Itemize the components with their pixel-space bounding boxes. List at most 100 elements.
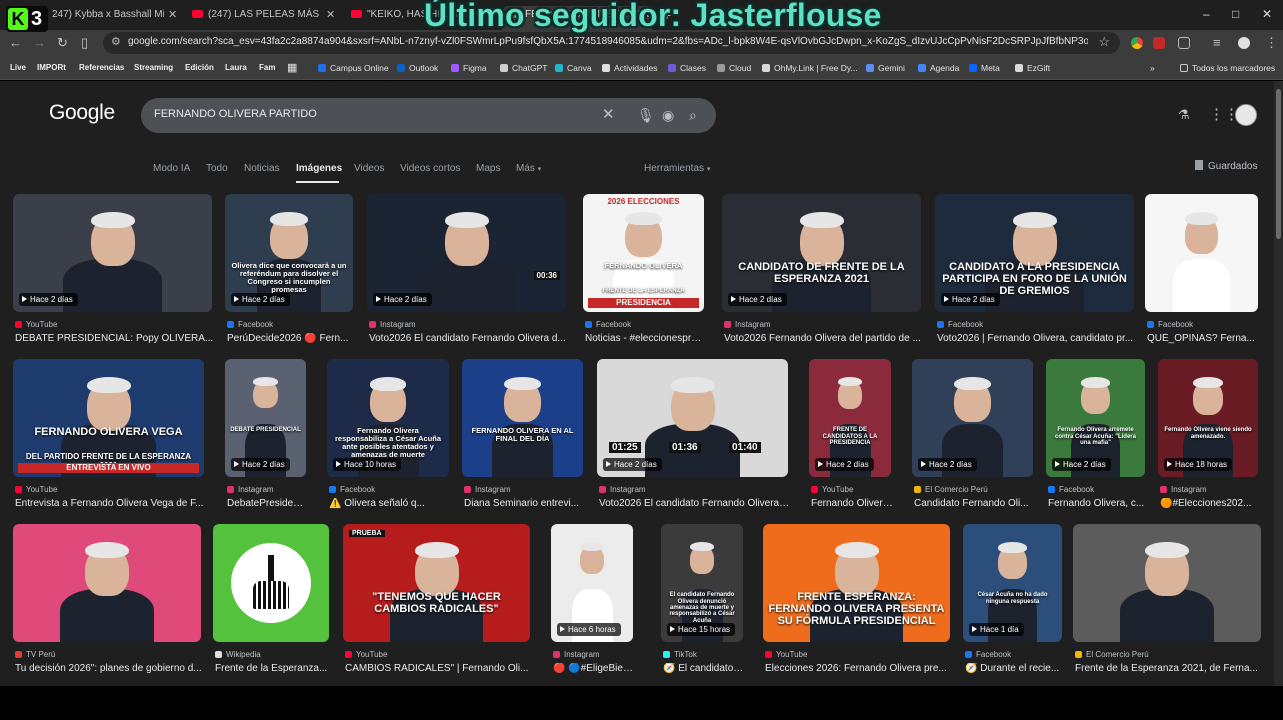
result-source[interactable]: Instagram (369, 320, 416, 329)
image-result[interactable]: Fernando Olivera viene siendo amenazado.… (1158, 359, 1258, 519)
bookmark-folder-fam[interactable]: Fam (255, 61, 279, 75)
result-title[interactable]: PerúDecide2026 🔴 Fern... (227, 333, 355, 344)
image-result[interactable]: Hace 2 días El Comercio Perú Candidato Fer… (912, 359, 1033, 519)
lens-search-icon[interactable]: ◉ (662, 106, 674, 124)
bookmark-folder-import[interactable]: IMPORt (33, 61, 70, 75)
result-thumbnail[interactable]: FERNANDO OLIVERA 2026 ELECCIONES FRENTE DE… (583, 194, 704, 312)
image-result[interactable]: FRENTE DE CANDIDATOS A LA PRESIDENCIA Hac… (809, 359, 893, 519)
filter-videos[interactable]: Videos (354, 163, 384, 174)
search-box[interactable]: FERNANDO OLIVERA PARTIDO ✕ 🎙 ◉ ⌕ (141, 98, 716, 133)
result-title[interactable]: Voto2026 El candidato Fernando Olivera .… (599, 498, 790, 509)
result-thumbnail[interactable] (1073, 524, 1261, 642)
result-title[interactable]: Frente de la Esperanza... (215, 663, 331, 674)
result-thumbnail[interactable] (213, 524, 329, 642)
result-source[interactable]: YouTube (345, 650, 387, 659)
result-title[interactable]: 🧭 El candidato F... (663, 663, 745, 674)
result-thumbnail[interactable]: CANDIDATO A LA PRESIDENCIA PARTICIPA EN … (935, 194, 1134, 312)
result-source[interactable]: Instagram (227, 485, 274, 494)
bookmark-agenda[interactable]: Agenda (918, 61, 959, 75)
labs-flask-icon[interactable]: ⚗ (1178, 107, 1190, 123)
result-thumbnail[interactable]: 01:25 01:36 01:40 Hace 2 días (597, 359, 788, 477)
omnibox[interactable]: ⚙ google.com/search?sca_esv=43fa2c2a8874… (103, 32, 1120, 54)
result-thumbnail[interactable]: CANDIDATO DE FRENTE DE LA ESPERANZA 2021… (722, 194, 921, 312)
result-thumbnail[interactable]: Fernando Olivera responsabiliza a César … (327, 359, 449, 477)
bookmark-folder-edicion[interactable]: Edición (181, 61, 218, 75)
bookmark-cloud[interactable]: Cloud (717, 61, 751, 75)
profile-icon[interactable] (1238, 37, 1250, 49)
reload-icon[interactable]: ↻ (57, 35, 68, 51)
close-window-button[interactable]: ✕ (1262, 6, 1272, 22)
result-thumbnail[interactable]: Hace 2 días (13, 194, 212, 312)
tab-close-icon[interactable]: ✕ (168, 6, 177, 24)
result-title[interactable]: Entrevista a Fernando Olivera Vega de F.… (15, 498, 206, 509)
result-title[interactable]: ⚠️ Olivera señaló q... (329, 498, 451, 509)
bookmark-folder-referencias[interactable]: Referencias (75, 61, 128, 75)
account-avatar[interactable] (1235, 104, 1257, 126)
image-result[interactable]: FERNANDO OLIVERA VEGA DEL PARTIDO FRENTE … (13, 359, 204, 519)
result-source[interactable]: Facebook (965, 650, 1011, 659)
new-extension-icon[interactable] (1153, 37, 1165, 49)
result-source[interactable]: Instagram (599, 485, 646, 494)
image-result[interactable]: FERNANDO OLIVERA EN AL FINAL DEL DÍA Inst… (462, 359, 583, 519)
result-title[interactable]: DEBATE PRESIDENCIAL: Popy OLIVERA... (15, 333, 214, 344)
result-source[interactable]: Facebook (329, 485, 375, 494)
image-result[interactable]: Facebook QUÉ_OPINAS? Ferna... (1145, 194, 1258, 354)
bookmark-ezgift[interactable]: EzGift (1015, 61, 1050, 75)
filter-modo-ia[interactable]: Modo IA (153, 163, 190, 174)
tools-button[interactable]: Herramientas ▾ (644, 163, 710, 174)
result-source[interactable]: El Comercio Perú (914, 485, 988, 494)
tab-peleas[interactable]: (247) LAS PELEAS MÁS FUERTE (192, 6, 320, 24)
bookmark-folder-laura[interactable]: Laura (221, 61, 251, 75)
image-result[interactable]: 01:25 01:36 01:40 Hace 2 días Instagram Voto2… (597, 359, 790, 519)
filter-noticias[interactable]: Noticias (244, 163, 280, 174)
result-title[interactable]: Noticias - #eleccionespres... (585, 333, 706, 344)
image-result[interactable]: CANDIDATO DE FRENTE DE LA ESPERANZA 2021… (722, 194, 921, 354)
result-thumbnail[interactable] (13, 524, 201, 642)
menu-dots-icon[interactable]: ⋮ (1265, 35, 1278, 51)
maximize-button[interactable]: □ (1232, 6, 1239, 22)
bookmark-star-icon[interactable]: ☆ (1098, 34, 1110, 50)
result-title[interactable]: Diana Seminario entrevi... (464, 498, 585, 509)
result-thumbnail[interactable]: FRENTE ESPERANZA: FERNANDO OLIVERA PRESE… (763, 524, 950, 642)
result-title[interactable]: Voto2026 | Fernando Olivera, candidato p… (937, 333, 1136, 344)
image-result[interactable]: FRENTE ESPERANZA: FERNANDO OLIVERA PRESE… (763, 524, 950, 684)
bookmark-canva[interactable]: Canva (555, 61, 592, 75)
result-title[interactable]: 🟠#Elecciones202... (1160, 498, 1260, 509)
result-thumbnail[interactable]: César Acuña no ha dado ninguna respuesta… (963, 524, 1062, 642)
bookmark-outlook[interactable]: Outlook (397, 61, 438, 75)
bookmark-folder-live[interactable]: Live (6, 61, 30, 75)
result-thumbnail[interactable] (1145, 194, 1258, 312)
bookmark-clases[interactable]: Clases (668, 61, 706, 75)
image-result[interactable]: Hace 6 horas Instagram 🔴 🔵#EligeBien ✓... (551, 524, 635, 684)
result-source[interactable]: Facebook (1147, 320, 1193, 329)
bookmark-meta[interactable]: Meta (969, 61, 1000, 75)
result-thumbnail[interactable]: FERNANDO OLIVERA VEGA DEL PARTIDO FRENTE … (13, 359, 204, 477)
clear-search-icon[interactable]: ✕ (602, 106, 615, 124)
all-bookmarks-folder[interactable]: Todos los marcadores (1180, 61, 1275, 75)
result-title[interactable]: 🧭 Durante el recie... (965, 663, 1064, 674)
google-logo[interactable]: Google (49, 101, 115, 125)
result-title[interactable]: 🔴 🔵#EligeBien ✓... (553, 663, 635, 674)
url-text[interactable]: google.com/search?sca_esv=43fa2c2a8874a9… (128, 36, 1088, 47)
page-scrollbar[interactable] (1274, 81, 1283, 686)
search-icon[interactable]: ⌕ (689, 106, 697, 124)
bookmark-campus-online[interactable]: Campus Online (318, 61, 389, 75)
result-title[interactable]: QUÉ_OPINAS? Ferna... (1147, 333, 1260, 344)
result-source[interactable]: Instagram (553, 650, 600, 659)
result-title[interactable]: Fernando Olivera ... (811, 498, 893, 509)
forward-arrow-icon[interactable]: → (33, 35, 46, 51)
chrome-extension-icon[interactable] (1131, 37, 1143, 49)
result-title[interactable]: Tu decisión 2026": planes de gobierno d.… (15, 663, 203, 674)
image-result[interactable]: Olivera dice que convocará a un referénd… (225, 194, 353, 354)
tab-kybba-mix[interactable]: 247) Kybba x Basshall Mix #6 | (52, 6, 164, 24)
bookmark-ohmy-link-free-dy[interactable]: OhMy.Link | Free Dy... (762, 61, 858, 75)
image-result[interactable]: Fernando Olivera arremete contra César A… (1046, 359, 1145, 519)
scrollbar-thumb[interactable] (1276, 89, 1281, 239)
site-settings-icon[interactable]: ⚙ (111, 35, 121, 48)
result-source[interactable]: Instagram (724, 320, 771, 329)
minimize-button[interactable]: – (1203, 6, 1210, 22)
result-source[interactable]: TV Perú (15, 650, 55, 659)
result-source[interactable]: Facebook (937, 320, 983, 329)
image-result[interactable]: César Acuña no ha dado ninguna respuesta… (963, 524, 1062, 684)
result-source[interactable]: YouTube (15, 485, 57, 494)
